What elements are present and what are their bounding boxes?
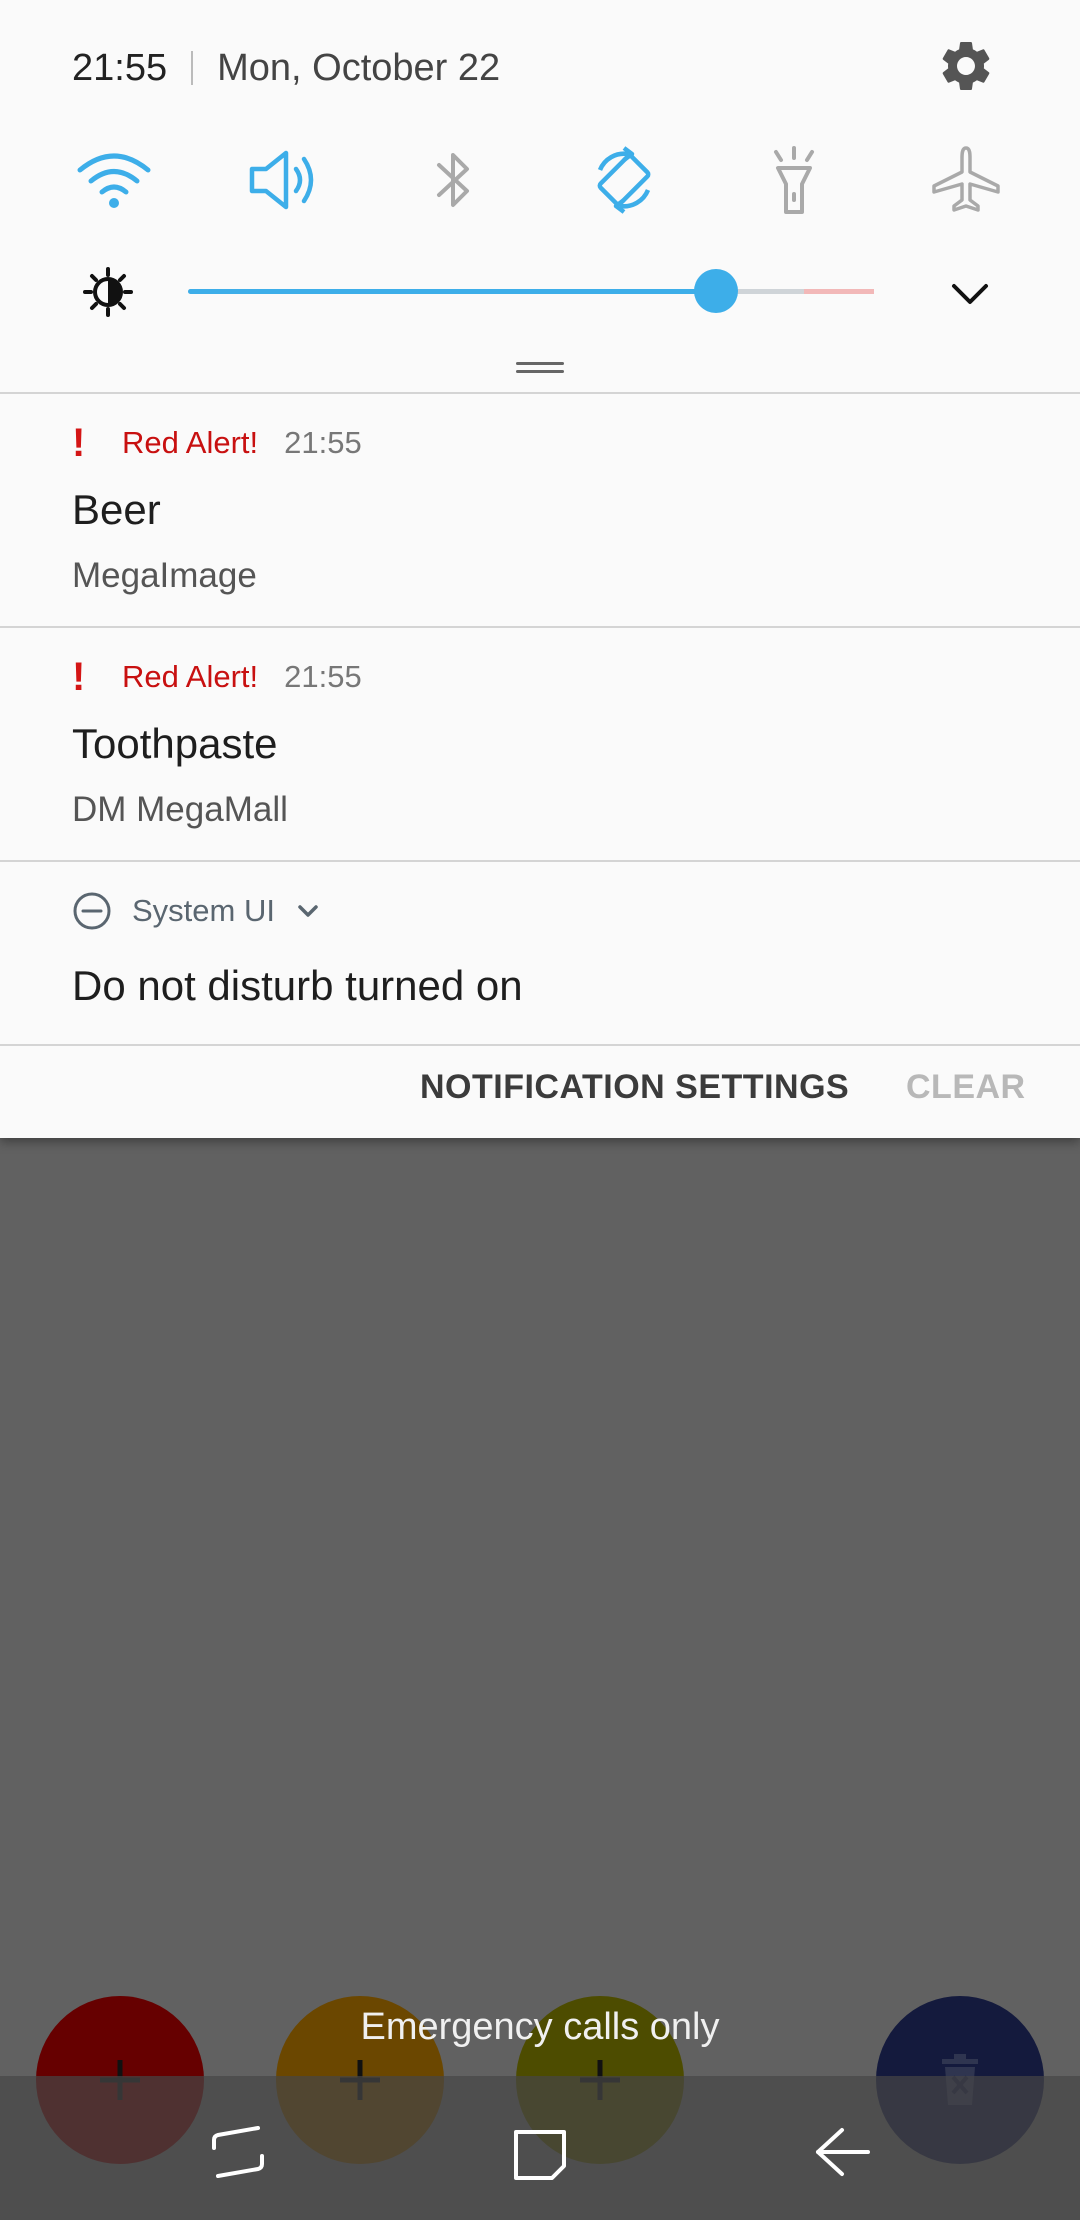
notification-text: DM MegaMall: [72, 790, 288, 829]
wifi-toggle[interactable]: [72, 140, 156, 220]
bluetooth-toggle[interactable]: [412, 140, 496, 220]
expand-chevron-icon[interactable]: [293, 896, 323, 926]
brightness-slider-high-zone: [804, 289, 874, 294]
do-not-disturb-icon: [73, 892, 111, 930]
recent-apps-button[interactable]: [208, 2122, 268, 2182]
system-notification-card[interactable]: System UI Do not disturb turned on: [0, 862, 1080, 1044]
auto-rotate-toggle[interactable]: [582, 140, 666, 220]
emergency-calls-text: Emergency calls only: [360, 2006, 720, 2048]
wifi-icon: [77, 153, 151, 208]
notification-header: ! Red Alert! 21:55: [72, 652, 362, 702]
recent-apps-icon: [212, 2126, 264, 2178]
notification-app-name: Red Alert!: [122, 425, 259, 460]
notification-app-name: Red Alert!: [122, 659, 259, 694]
flashlight-toggle[interactable]: [752, 140, 836, 220]
notification-title: Do not disturb turned on: [72, 962, 523, 1009]
status-row: 21:55 Mon, October 22: [72, 38, 500, 98]
notification-header: System UI: [72, 886, 323, 936]
flashlight-icon: [774, 146, 814, 214]
notification-app-name: System UI: [132, 893, 275, 928]
notification-title: Toothpaste: [72, 720, 278, 767]
clear-button[interactable]: CLEAR: [906, 1068, 1026, 1107]
notification-title: Beer: [72, 486, 161, 533]
brightness-icon: [82, 266, 134, 318]
brightness-row: [0, 262, 1080, 322]
home-icon: [514, 2130, 566, 2180]
notification-header: ! Red Alert! 21:55: [72, 418, 362, 468]
notification-settings-button[interactable]: NOTIFICATION SETTINGS: [420, 1068, 849, 1107]
sound-toggle[interactable]: [242, 140, 326, 220]
notification-time: 21:55: [284, 659, 362, 694]
notification-card[interactable]: ! Red Alert! 21:55 Beer MegaImage: [0, 394, 1080, 626]
airplane-icon: [932, 146, 1000, 212]
settings-gear-icon[interactable]: [936, 36, 996, 96]
back-icon: [816, 2128, 870, 2176]
navigation-bar: [0, 2076, 1080, 2220]
bluetooth-icon: [437, 153, 469, 207]
status-divider: [191, 51, 194, 85]
quick-settings-row: [0, 140, 1080, 220]
drag-handle[interactable]: [516, 362, 564, 374]
date: Mon, October 22: [217, 46, 501, 89]
home-button[interactable]: [510, 2122, 570, 2182]
brightness-slider-thumb[interactable]: [694, 269, 739, 313]
brightness-slider-fill: [188, 289, 717, 294]
auto-rotate-icon: [597, 146, 651, 214]
notification-card[interactable]: ! Red Alert! 21:55 Toothpaste DM MegaMal…: [0, 628, 1080, 860]
alert-exclamation-icon: !: [72, 654, 86, 699]
airplane-mode-toggle[interactable]: [924, 140, 1008, 220]
speaker-icon: [249, 150, 314, 210]
notification-time: 21:55: [284, 425, 362, 460]
notification-shade: 21:55 Mon, October 22 ! Red Alert! 21:55…: [0, 0, 1080, 1138]
expand-chevron-down-icon[interactable]: [946, 270, 994, 318]
back-button[interactable]: [812, 2122, 872, 2182]
notification-text: MegaImage: [72, 556, 257, 595]
notification-actions-bar: NOTIFICATION SETTINGS CLEAR: [0, 1046, 1080, 1138]
brightness-slider[interactable]: [188, 269, 874, 313]
alert-exclamation-icon: !: [72, 420, 86, 465]
clock: 21:55: [72, 46, 168, 89]
